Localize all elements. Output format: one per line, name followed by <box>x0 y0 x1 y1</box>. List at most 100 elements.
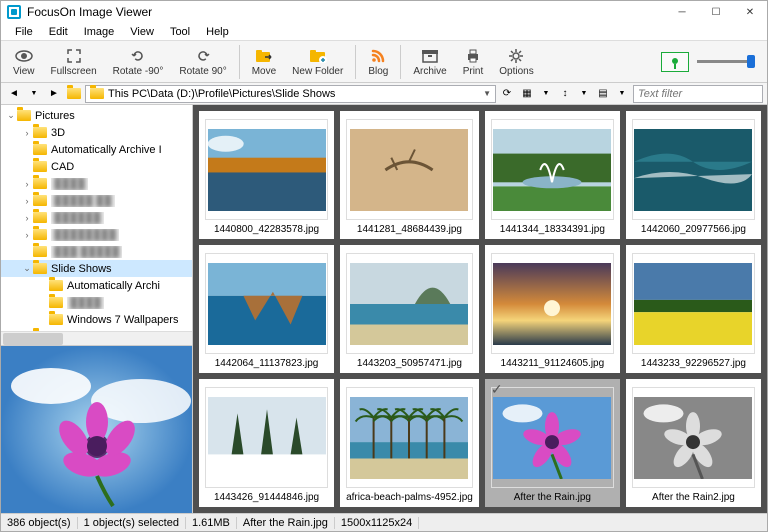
filter-dropdown-button[interactable]: ▼ <box>613 85 631 103</box>
folder-icon <box>33 229 47 240</box>
status-dimensions: 1500x1125x24 <box>335 517 419 529</box>
thumbnail-image <box>205 119 328 220</box>
fullscreen-button[interactable]: Fullscreen <box>43 43 105 81</box>
forward-button[interactable]: ► <box>45 85 63 103</box>
thumbnail-item[interactable]: After the Rain2.jpg <box>626 379 761 507</box>
tree-label: 3D <box>51 127 65 139</box>
path-text: This PC\Data (D:)\Profile\Pictures\Slide… <box>108 88 483 100</box>
sort-button[interactable]: ↕ <box>556 85 574 103</box>
menu-file[interactable]: File <box>7 24 41 40</box>
thumbnail-label: 1442064_11137823.jpg <box>205 358 328 369</box>
tree-hscrollbar[interactable] <box>1 331 192 345</box>
rotate-right-button[interactable]: Rotate 90° <box>171 43 234 81</box>
tree-expander[interactable]: › <box>21 179 33 189</box>
thumbnail-label: 1443233_92296527.jpg <box>632 358 755 369</box>
zoom-thumb[interactable] <box>747 55 755 68</box>
menu-image[interactable]: Image <box>76 24 123 40</box>
tree-hscroll-thumb[interactable] <box>3 333 63 345</box>
color-mode-button[interactable] <box>661 52 689 72</box>
maximize-button[interactable]: ☐ <box>699 1 733 23</box>
folder-icon <box>33 161 47 172</box>
options-label: Options <box>499 66 533 77</box>
up-button[interactable] <box>65 85 83 103</box>
minimize-button[interactable]: ─ <box>665 1 699 23</box>
options-button[interactable]: Options <box>491 43 541 81</box>
thumbnail-item[interactable]: 1441281_48684439.jpg <box>340 111 479 239</box>
thumbnail-item[interactable]: 1443233_92296527.jpg <box>626 245 761 373</box>
tree-row[interactable]: ████ <box>1 294 192 311</box>
rotate-right-label: Rotate 90° <box>179 66 226 77</box>
view-button[interactable]: View <box>5 43 43 81</box>
thumbnail-item[interactable]: 1443211_91124605.jpg <box>485 245 620 373</box>
blog-button[interactable]: Blog <box>360 43 396 81</box>
tree-expander[interactable]: ⌄ <box>5 110 17 121</box>
menu-view[interactable]: View <box>122 24 162 40</box>
thumbnail-item[interactable]: 1441344_18334391.jpg <box>485 111 620 239</box>
text-filter-input[interactable] <box>633 85 763 103</box>
tree-row[interactable]: ›████████ <box>1 226 192 243</box>
tree-label: Windows 7 Wallpapers <box>67 314 178 326</box>
tree-row[interactable]: Automatically Archive I <box>1 141 192 158</box>
thumbnail-item[interactable]: 1440800_42283578.jpg <box>199 111 334 239</box>
title-bar: FocusOn Image Viewer ─ ☐ ✕ <box>1 1 767 23</box>
tree-label: ████ <box>51 178 88 190</box>
thumbnail-item[interactable]: 1442064_11137823.jpg <box>199 245 334 373</box>
menu-help[interactable]: Help <box>198 24 237 40</box>
menu-tool[interactable]: Tool <box>162 24 198 40</box>
back-button[interactable]: ◄ <box>5 85 23 103</box>
preview-pane <box>1 345 192 513</box>
checkmark-icon: ✓ <box>491 381 503 398</box>
tree-row[interactable]: ⌄ Pictures <box>1 107 192 124</box>
thumbnail-image <box>346 387 473 488</box>
view-label: View <box>13 66 35 77</box>
new-folder-label: New Folder <box>292 66 343 77</box>
rotate-left-button[interactable]: Rotate -90° <box>105 43 172 81</box>
tree-expander[interactable]: › <box>21 196 33 206</box>
new-folder-button[interactable]: New Folder <box>284 43 351 81</box>
sort-dropdown-button[interactable]: ▼ <box>575 85 593 103</box>
menu-edit[interactable]: Edit <box>41 24 76 40</box>
tree-label: Pictures <box>35 110 75 122</box>
view-thumbnails-button[interactable]: ▦ <box>518 85 536 103</box>
thumbnail-item[interactable]: ✓ After the Rain.jpg <box>485 379 620 507</box>
tree-label: Automatically Archi <box>67 280 160 292</box>
tree-row[interactable]: CAD <box>1 158 192 175</box>
print-button[interactable]: Print <box>455 43 492 81</box>
tree-row[interactable]: ███ █████ <box>1 243 192 260</box>
tree-row[interactable]: › 3D <box>1 124 192 141</box>
filter-button[interactable]: ▤ <box>594 85 612 103</box>
view-dropdown-button[interactable]: ▼ <box>537 85 555 103</box>
tree-expander[interactable]: › <box>21 128 33 138</box>
tree-expander[interactable]: › <box>21 213 33 223</box>
toolbar-right <box>661 52 763 72</box>
tree-row[interactable]: › ████ <box>1 175 192 192</box>
thumbnail-image <box>491 387 614 488</box>
thumbnail-item[interactable]: 1442060_20977566.jpg <box>626 111 761 239</box>
thumbnail-item[interactable]: 1443203_50957471.jpg <box>340 245 479 373</box>
close-button[interactable]: ✕ <box>733 1 767 23</box>
thumbnail-label: After the Rain.jpg <box>491 492 614 503</box>
main-area: ⌄Pictures›3DAutomatically Archive ICAD›█… <box>1 105 767 513</box>
back-history-button[interactable]: ▼ <box>25 85 43 103</box>
toolbar-separator <box>355 45 356 79</box>
tree-row[interactable]: ›█████ ██ <box>1 192 192 209</box>
tree-row[interactable]: ›██████ <box>1 209 192 226</box>
tree-expander[interactable]: › <box>21 230 33 240</box>
thumbnail-item[interactable]: 1443426_91444846.jpg <box>199 379 334 507</box>
thumbnail-item[interactable]: africa-beach-palms-4952.jpg <box>340 379 479 507</box>
path-dropdown-icon[interactable]: ▼ <box>483 89 491 98</box>
move-button[interactable]: Move <box>244 43 284 81</box>
zoom-slider[interactable] <box>697 60 755 63</box>
thumbnail-label: 1443426_91444846.jpg <box>205 492 328 503</box>
tree-row[interactable]: Automatically Archi <box>1 277 192 294</box>
tree-expander[interactable]: ⌄ <box>21 263 33 274</box>
tree-row[interactable]: ⌄ Slide Shows <box>1 260 192 277</box>
archive-button[interactable]: Archive <box>405 43 454 81</box>
folder-tree[interactable]: ⌄Pictures›3DAutomatically Archive ICAD›█… <box>1 105 192 331</box>
tree-row[interactable]: Windows 7 Wallpapers <box>1 311 192 328</box>
tree-label: Slide Shows <box>51 263 112 275</box>
path-input[interactable]: This PC\Data (D:)\Profile\Pictures\Slide… <box>85 85 496 103</box>
thumbnail-image <box>491 119 614 220</box>
refresh-button[interactable]: ⟳ <box>498 85 516 103</box>
folder-icon <box>33 127 47 138</box>
